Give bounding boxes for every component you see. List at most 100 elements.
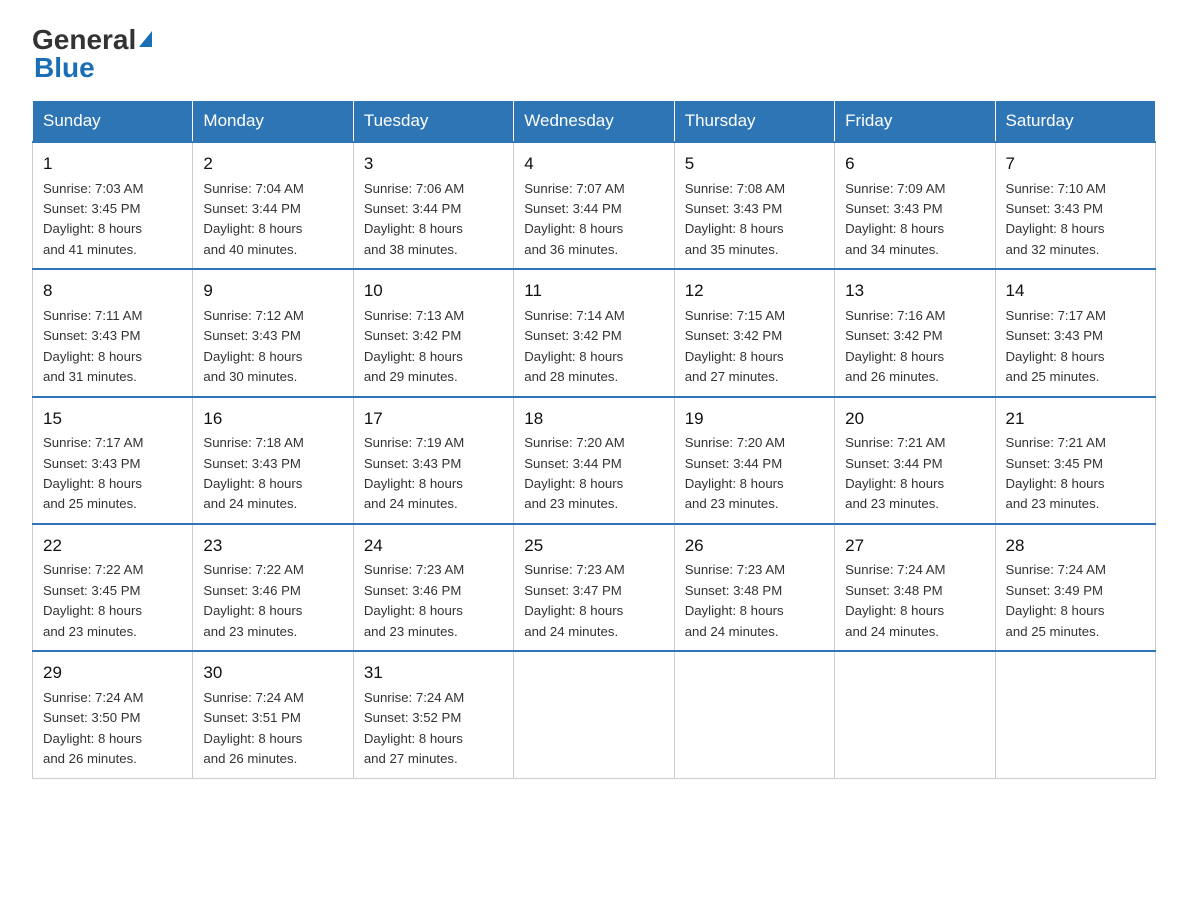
calendar-cell: 24 Sunrise: 7:23 AMSunset: 3:46 PMDaylig…: [353, 524, 513, 651]
calendar-cell: 30 Sunrise: 7:24 AMSunset: 3:51 PMDaylig…: [193, 651, 353, 778]
day-info: Sunrise: 7:09 AMSunset: 3:43 PMDaylight:…: [845, 181, 945, 257]
day-number: 3: [364, 151, 503, 177]
day-number: 7: [1006, 151, 1145, 177]
calendar-cell: 29 Sunrise: 7:24 AMSunset: 3:50 PMDaylig…: [33, 651, 193, 778]
calendar-cell: 15 Sunrise: 7:17 AMSunset: 3:43 PMDaylig…: [33, 397, 193, 524]
day-info: Sunrise: 7:21 AMSunset: 3:45 PMDaylight:…: [1006, 435, 1106, 511]
day-info: Sunrise: 7:24 AMSunset: 3:51 PMDaylight:…: [203, 690, 303, 766]
day-info: Sunrise: 7:16 AMSunset: 3:42 PMDaylight:…: [845, 308, 945, 384]
logo: General Blue: [32, 24, 152, 84]
calendar-cell: 8 Sunrise: 7:11 AMSunset: 3:43 PMDayligh…: [33, 269, 193, 396]
header: General Blue: [32, 24, 1156, 84]
calendar-cell: [835, 651, 995, 778]
calendar-cell: 19 Sunrise: 7:20 AMSunset: 3:44 PMDaylig…: [674, 397, 834, 524]
calendar-cell: [995, 651, 1155, 778]
calendar-cell: 16 Sunrise: 7:18 AMSunset: 3:43 PMDaylig…: [193, 397, 353, 524]
day-info: Sunrise: 7:24 AMSunset: 3:48 PMDaylight:…: [845, 562, 945, 638]
calendar-cell: 21 Sunrise: 7:21 AMSunset: 3:45 PMDaylig…: [995, 397, 1155, 524]
day-info: Sunrise: 7:13 AMSunset: 3:42 PMDaylight:…: [364, 308, 464, 384]
day-number: 29: [43, 660, 182, 686]
day-info: Sunrise: 7:17 AMSunset: 3:43 PMDaylight:…: [1006, 308, 1106, 384]
day-number: 4: [524, 151, 663, 177]
day-number: 24: [364, 533, 503, 559]
day-info: Sunrise: 7:14 AMSunset: 3:42 PMDaylight:…: [524, 308, 624, 384]
day-info: Sunrise: 7:04 AMSunset: 3:44 PMDaylight:…: [203, 181, 303, 257]
calendar-cell: 7 Sunrise: 7:10 AMSunset: 3:43 PMDayligh…: [995, 142, 1155, 269]
day-info: Sunrise: 7:11 AMSunset: 3:43 PMDaylight:…: [43, 308, 142, 384]
calendar-cell: [514, 651, 674, 778]
day-info: Sunrise: 7:24 AMSunset: 3:52 PMDaylight:…: [364, 690, 464, 766]
day-number: 16: [203, 406, 342, 432]
calendar-cell: 17 Sunrise: 7:19 AMSunset: 3:43 PMDaylig…: [353, 397, 513, 524]
day-info: Sunrise: 7:17 AMSunset: 3:43 PMDaylight:…: [43, 435, 143, 511]
day-number: 20: [845, 406, 984, 432]
day-of-week-header: Tuesday: [353, 101, 513, 143]
day-number: 13: [845, 278, 984, 304]
day-info: Sunrise: 7:23 AMSunset: 3:48 PMDaylight:…: [685, 562, 785, 638]
day-of-week-header: Wednesday: [514, 101, 674, 143]
day-info: Sunrise: 7:08 AMSunset: 3:43 PMDaylight:…: [685, 181, 785, 257]
day-number: 9: [203, 278, 342, 304]
calendar-week-row: 22 Sunrise: 7:22 AMSunset: 3:45 PMDaylig…: [33, 524, 1156, 651]
day-number: 30: [203, 660, 342, 686]
calendar-cell: 18 Sunrise: 7:20 AMSunset: 3:44 PMDaylig…: [514, 397, 674, 524]
calendar-cell: 12 Sunrise: 7:15 AMSunset: 3:42 PMDaylig…: [674, 269, 834, 396]
calendar-cell: 6 Sunrise: 7:09 AMSunset: 3:43 PMDayligh…: [835, 142, 995, 269]
day-number: 18: [524, 406, 663, 432]
day-info: Sunrise: 7:20 AMSunset: 3:44 PMDaylight:…: [685, 435, 785, 511]
day-number: 21: [1006, 406, 1145, 432]
day-info: Sunrise: 7:12 AMSunset: 3:43 PMDaylight:…: [203, 308, 303, 384]
day-number: 12: [685, 278, 824, 304]
calendar-header-row: SundayMondayTuesdayWednesdayThursdayFrid…: [33, 101, 1156, 143]
logo-triangle-icon: [139, 31, 152, 47]
day-number: 26: [685, 533, 824, 559]
day-number: 11: [524, 278, 663, 304]
calendar-cell: 31 Sunrise: 7:24 AMSunset: 3:52 PMDaylig…: [353, 651, 513, 778]
calendar-cell: 9 Sunrise: 7:12 AMSunset: 3:43 PMDayligh…: [193, 269, 353, 396]
logo-blue-text: Blue: [34, 52, 95, 84]
day-info: Sunrise: 7:21 AMSunset: 3:44 PMDaylight:…: [845, 435, 945, 511]
day-number: 2: [203, 151, 342, 177]
calendar-cell: 5 Sunrise: 7:08 AMSunset: 3:43 PMDayligh…: [674, 142, 834, 269]
day-info: Sunrise: 7:15 AMSunset: 3:42 PMDaylight:…: [685, 308, 785, 384]
day-number: 1: [43, 151, 182, 177]
calendar-week-row: 1 Sunrise: 7:03 AMSunset: 3:45 PMDayligh…: [33, 142, 1156, 269]
calendar-cell: 25 Sunrise: 7:23 AMSunset: 3:47 PMDaylig…: [514, 524, 674, 651]
day-number: 22: [43, 533, 182, 559]
calendar-cell: [674, 651, 834, 778]
day-of-week-header: Saturday: [995, 101, 1155, 143]
day-info: Sunrise: 7:07 AMSunset: 3:44 PMDaylight:…: [524, 181, 624, 257]
day-number: 5: [685, 151, 824, 177]
calendar-cell: 23 Sunrise: 7:22 AMSunset: 3:46 PMDaylig…: [193, 524, 353, 651]
day-number: 15: [43, 406, 182, 432]
day-info: Sunrise: 7:20 AMSunset: 3:44 PMDaylight:…: [524, 435, 624, 511]
day-number: 23: [203, 533, 342, 559]
day-info: Sunrise: 7:19 AMSunset: 3:43 PMDaylight:…: [364, 435, 464, 511]
calendar-cell: 4 Sunrise: 7:07 AMSunset: 3:44 PMDayligh…: [514, 142, 674, 269]
day-info: Sunrise: 7:03 AMSunset: 3:45 PMDaylight:…: [43, 181, 143, 257]
calendar-cell: 10 Sunrise: 7:13 AMSunset: 3:42 PMDaylig…: [353, 269, 513, 396]
day-info: Sunrise: 7:10 AMSunset: 3:43 PMDaylight:…: [1006, 181, 1106, 257]
day-of-week-header: Thursday: [674, 101, 834, 143]
calendar-cell: 22 Sunrise: 7:22 AMSunset: 3:45 PMDaylig…: [33, 524, 193, 651]
day-info: Sunrise: 7:23 AMSunset: 3:47 PMDaylight:…: [524, 562, 624, 638]
day-info: Sunrise: 7:24 AMSunset: 3:50 PMDaylight:…: [43, 690, 143, 766]
calendar-cell: 3 Sunrise: 7:06 AMSunset: 3:44 PMDayligh…: [353, 142, 513, 269]
calendar-cell: 1 Sunrise: 7:03 AMSunset: 3:45 PMDayligh…: [33, 142, 193, 269]
day-number: 19: [685, 406, 824, 432]
calendar-week-row: 8 Sunrise: 7:11 AMSunset: 3:43 PMDayligh…: [33, 269, 1156, 396]
day-info: Sunrise: 7:22 AMSunset: 3:46 PMDaylight:…: [203, 562, 303, 638]
day-of-week-header: Monday: [193, 101, 353, 143]
calendar-cell: 2 Sunrise: 7:04 AMSunset: 3:44 PMDayligh…: [193, 142, 353, 269]
calendar-cell: 26 Sunrise: 7:23 AMSunset: 3:48 PMDaylig…: [674, 524, 834, 651]
calendar-cell: 20 Sunrise: 7:21 AMSunset: 3:44 PMDaylig…: [835, 397, 995, 524]
calendar-cell: 14 Sunrise: 7:17 AMSunset: 3:43 PMDaylig…: [995, 269, 1155, 396]
day-number: 14: [1006, 278, 1145, 304]
day-info: Sunrise: 7:06 AMSunset: 3:44 PMDaylight:…: [364, 181, 464, 257]
calendar-cell: 11 Sunrise: 7:14 AMSunset: 3:42 PMDaylig…: [514, 269, 674, 396]
day-number: 25: [524, 533, 663, 559]
calendar-week-row: 15 Sunrise: 7:17 AMSunset: 3:43 PMDaylig…: [33, 397, 1156, 524]
day-number: 31: [364, 660, 503, 686]
calendar-cell: 13 Sunrise: 7:16 AMSunset: 3:42 PMDaylig…: [835, 269, 995, 396]
day-info: Sunrise: 7:18 AMSunset: 3:43 PMDaylight:…: [203, 435, 303, 511]
